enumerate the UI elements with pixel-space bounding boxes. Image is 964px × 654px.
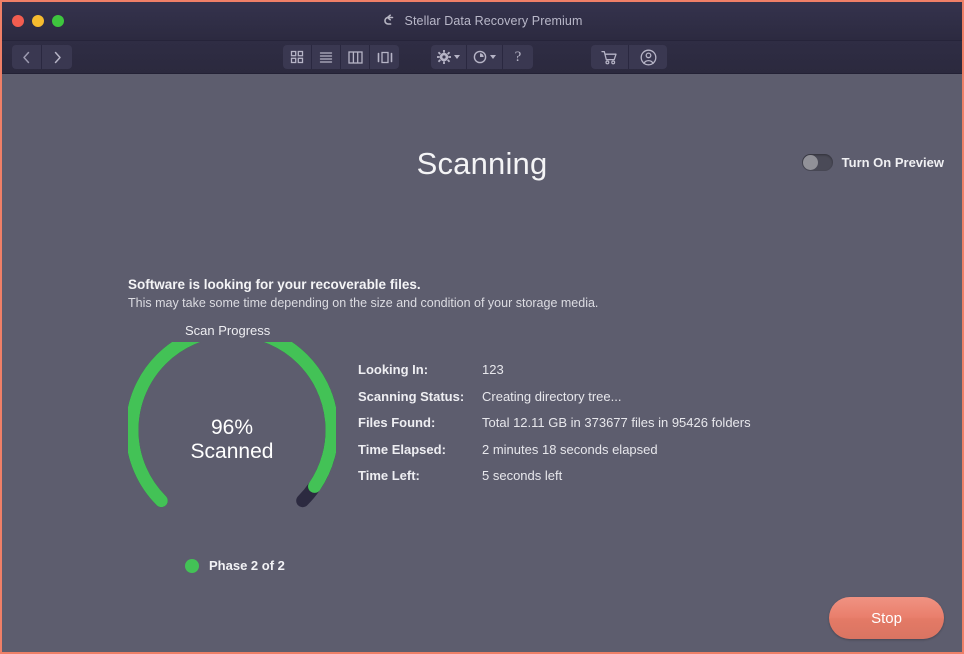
table-row: Looking In: 123 [358,362,751,377]
columns-icon [347,50,363,64]
account-button-group [591,45,667,69]
gear-icon [437,50,451,64]
tools-button-group: ? [431,45,533,69]
detail-value: 5 seconds left [482,468,563,483]
chevron-down-icon [454,55,460,59]
detail-key: Files Found: [358,415,436,430]
detail-key: Scanning Status: [358,388,465,404]
chevron-left-icon [23,51,30,63]
detail-value: 123 [482,362,504,377]
gauge-state: Scanned [190,439,274,463]
column-view-button[interactable] [341,45,370,69]
clock-icon [473,50,487,64]
grid-icon [290,50,304,64]
shopping-cart-icon [601,50,617,64]
scan-progress-label: Scan Progress [185,323,271,338]
intro-headline: Software is looking for your recoverable… [128,277,421,292]
settings-button[interactable] [431,45,467,69]
stop-button[interactable]: Stop [829,597,944,639]
gallery-icon [377,51,392,63]
toolbar: ? [2,41,962,74]
chevron-right-icon [54,51,61,63]
phase-indicator: Phase 2 of 2 [185,558,285,573]
list-icon [319,52,333,63]
scan-details-list: Looking In: 123 Scanning Status: Creatin… [358,362,751,495]
table-row: Files Found: Total 12.11 GB in 373677 fi… [358,415,751,430]
preview-toggle[interactable]: Turn On Preview [801,154,944,171]
detail-key: Time Left: [358,468,420,483]
preview-toggle-label: Turn On Preview [841,155,944,170]
icon-view-button[interactable] [283,45,312,69]
return-arrow-icon [383,14,393,25]
gallery-view-button[interactable] [370,45,399,69]
intro-text-block: Software is looking for your recoverable… [128,277,598,310]
navigation-button-group [12,45,72,69]
view-mode-button-group [283,45,399,69]
window-title-group: Stellar Data Recovery Premium [2,2,962,40]
gauge-percent: 96% [210,416,254,439]
forward-button[interactable] [42,45,72,69]
history-button[interactable] [467,45,503,69]
app-window: Stellar Data Recovery Premium ? Scanning… [0,0,964,654]
table-row: Time Left: 5 seconds left [358,468,751,483]
scan-progress-gauge: 96% Scanned [128,342,336,534]
cart-button[interactable] [591,45,629,69]
detail-value: 2 minutes 18 seconds elapsed [482,441,658,457]
detail-key: Time Elapsed: [358,441,446,457]
help-button[interactable]: ? [503,45,533,69]
user-circle-icon [640,49,656,65]
table-row: Time Elapsed: 2 minutes 18 seconds elaps… [358,442,751,457]
chevron-down-icon [490,55,496,59]
title-bar: Stellar Data Recovery Premium [2,2,962,41]
gauge-center-text: 96% Scanned [128,416,336,463]
detail-key: Looking In: [358,362,429,377]
intro-subtext: This may take some time depending on the… [128,296,599,310]
phase-dot-icon [185,558,199,573]
detail-value: Total 12.11 GB in 373677 files in 95426 … [482,415,751,430]
switch-knob [802,155,818,170]
list-view-button[interactable] [312,45,341,69]
phase-label: Phase 2 of 2 [209,558,285,573]
content-area: Scanning Turn On Preview Software is loo… [2,74,962,652]
detail-value: Creating directory tree... [482,388,622,404]
question-mark-icon: ? [514,48,522,65]
window-title: Stellar Data Recovery Premium [404,14,583,28]
preview-switch[interactable] [801,154,833,171]
back-button[interactable] [12,45,42,69]
table-row: Scanning Status: Creating directory tree… [358,389,751,404]
account-button[interactable] [629,45,667,69]
